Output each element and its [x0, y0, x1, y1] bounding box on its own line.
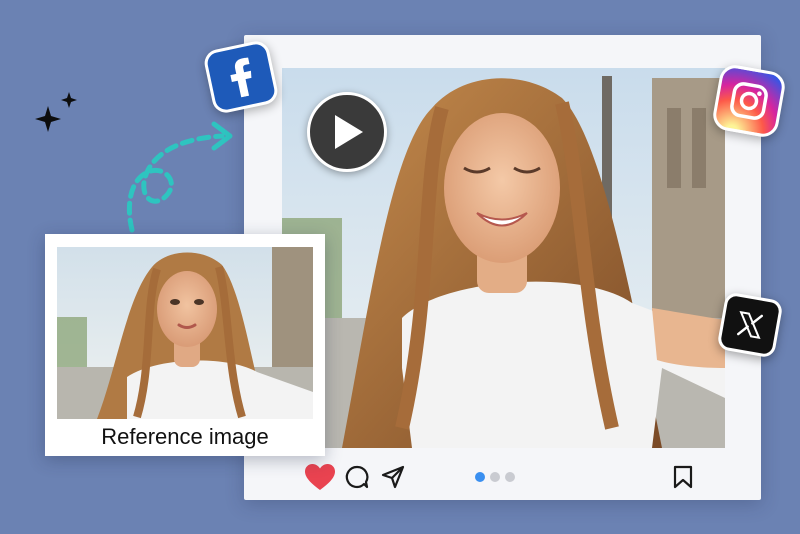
carousel-dot[interactable]: [505, 472, 515, 482]
carousel-dot[interactable]: [475, 472, 485, 482]
bookmark-icon: [673, 465, 693, 489]
x-icon[interactable]: [716, 291, 784, 359]
sparkle-icon: [35, 92, 77, 132]
bookmark-button[interactable]: [668, 460, 698, 494]
comment-button[interactable]: [342, 460, 372, 494]
reference-photo: [57, 247, 313, 419]
instagram-icon[interactable]: [710, 62, 788, 140]
reference-caption: Reference image: [101, 424, 269, 449]
post-action-bar: [300, 460, 720, 494]
facebook-logo: [230, 57, 252, 98]
share-button[interactable]: [378, 460, 408, 494]
heart-icon: [305, 464, 335, 490]
instagram-logo: [730, 82, 768, 120]
play-button[interactable]: [307, 92, 387, 172]
play-icon: [335, 115, 363, 149]
like-button[interactable]: [302, 460, 338, 494]
curved-arrow-icon: [126, 121, 233, 233]
carousel-indicator: [475, 472, 515, 482]
comment-icon: [345, 465, 369, 489]
carousel-dot[interactable]: [490, 472, 500, 482]
x-logo: [737, 310, 763, 340]
share-icon: [381, 465, 405, 489]
facebook-icon[interactable]: [202, 38, 280, 116]
